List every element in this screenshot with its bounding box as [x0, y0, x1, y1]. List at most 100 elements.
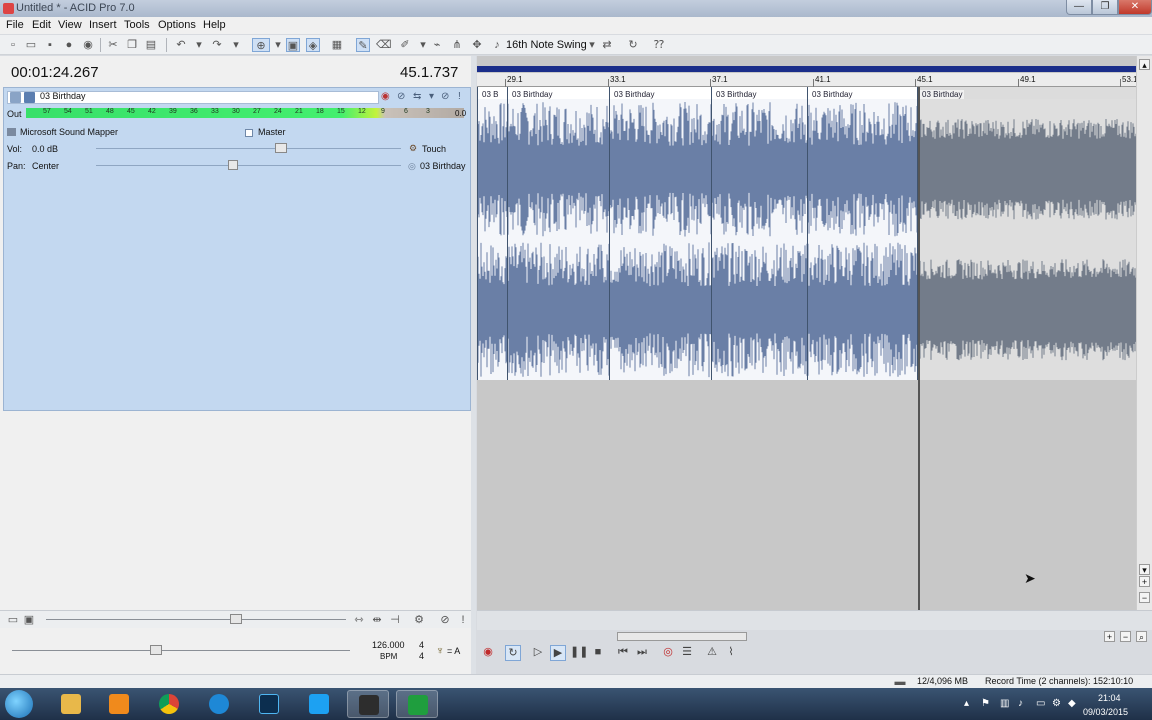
- stop-icon[interactable]: ■: [590, 645, 606, 661]
- panel-splitter[interactable]: [471, 56, 476, 674]
- track-zoom-slider[interactable]: [46, 619, 346, 620]
- select-tool-icon[interactable]: ▣: [286, 38, 300, 52]
- swing-icon[interactable]: ♪: [490, 38, 504, 52]
- output-device[interactable]: Microsoft Sound Mapper: [20, 127, 118, 137]
- envelope-dropdown-icon[interactable]: ▾: [429, 91, 434, 102]
- track-insert-icon[interactable]: ⇹: [370, 613, 384, 627]
- minimize-button[interactable]: —: [1066, 0, 1092, 15]
- tempo-slider[interactable]: [12, 650, 350, 651]
- zoom-in-vertical-icon[interactable]: +: [1139, 576, 1150, 587]
- menu-tools[interactable]: Tools: [124, 19, 150, 31]
- help-pointer-icon[interactable]: ⁇: [652, 38, 666, 52]
- open-folder-icon[interactable]: ▭: [24, 38, 38, 52]
- track-name-row[interactable]: 03 Birthday: [7, 91, 379, 104]
- scroll-down-icon[interactable]: ▾: [1139, 564, 1150, 575]
- new-file-icon[interactable]: ▫: [6, 38, 20, 52]
- track-header[interactable]: 03 Birthday ◉ ⊘ ⇆ ▾ ⊘ ! Out 57 54 51 48 …: [3, 87, 471, 411]
- empty-track-area[interactable]: [477, 380, 1136, 610]
- redo-dropdown-icon[interactable]: ▾: [229, 38, 243, 52]
- properties-icon[interactable]: ◉: [81, 38, 95, 52]
- swing-dropdown-icon[interactable]: ▾: [585, 38, 599, 52]
- loop-icon[interactable]: ↻: [505, 645, 521, 661]
- record-arm-icon[interactable]: ◉: [381, 91, 390, 102]
- undo-icon[interactable]: ↶: [174, 38, 188, 52]
- draw-tool-icon[interactable]: ✎: [356, 38, 370, 52]
- track-lane[interactable]: 03 B 03 Birthday 03 Birthday 03 Birthday…: [477, 87, 1136, 380]
- audio-clip[interactable]: 03 Birthday: [807, 87, 917, 380]
- project-key[interactable]: = A: [447, 646, 460, 656]
- master-fx-icon[interactable]: ⚙: [412, 613, 426, 627]
- metronome-record-icon[interactable]: ◎: [660, 645, 676, 661]
- play-from-start-icon[interactable]: ▷: [530, 645, 546, 661]
- maximize-button[interactable]: ❐: [1092, 0, 1118, 15]
- pause-icon[interactable]: ❚❚: [570, 645, 588, 661]
- grid-icon[interactable]: ▦: [330, 38, 344, 52]
- move-tool-icon[interactable]: ✥: [470, 38, 484, 52]
- master-mute-icon[interactable]: ⊘: [438, 613, 452, 627]
- audio-clip-selected[interactable]: 03 Birthday: [917, 87, 1136, 380]
- zoom-dropdown-icon[interactable]: ▾: [271, 38, 285, 52]
- volume-icon[interactable]: ♪: [1018, 698, 1023, 709]
- audio-clip[interactable]: 03 Birthday: [507, 87, 609, 380]
- measure-display[interactable]: 45.1.737: [400, 64, 458, 81]
- pan-slider[interactable]: [96, 165, 401, 166]
- menu-insert[interactable]: Insert: [89, 19, 117, 31]
- volume-slider-thumb[interactable]: [275, 143, 287, 153]
- paint-tool-icon[interactable]: ✐: [398, 38, 412, 52]
- master-checkbox[interactable]: [245, 129, 253, 137]
- paste-icon[interactable]: ▤: [144, 38, 158, 52]
- render-icon[interactable]: ●: [62, 38, 76, 52]
- tempo-icon[interactable]: ⌇: [723, 645, 739, 661]
- time-signature-bottom[interactable]: 4: [419, 651, 424, 661]
- zoom-out-vertical-icon[interactable]: −: [1139, 592, 1150, 603]
- bpm-value[interactable]: 126.000: [372, 640, 405, 650]
- track-name[interactable]: 03 Birthday: [40, 91, 86, 101]
- zoom-out-horizontal-icon[interactable]: −: [1120, 631, 1131, 642]
- close-button[interactable]: ✕: [1118, 0, 1152, 15]
- erase-tool-icon[interactable]: ⌫: [376, 38, 392, 52]
- track-expand-icon[interactable]: [10, 92, 21, 103]
- clock-date[interactable]: 09/03/2015: [1083, 707, 1128, 717]
- taskbar-twitter[interactable]: [298, 690, 340, 718]
- audio-clip[interactable]: 03 Birthday: [711, 87, 807, 380]
- copy-icon[interactable]: ❐: [125, 38, 139, 52]
- track-view-icon[interactable]: ▭: [6, 613, 20, 627]
- bus-icon[interactable]: ⊣: [388, 613, 402, 627]
- volume-slider[interactable]: [96, 148, 401, 149]
- zoom-tool-icon[interactable]: ⊕: [252, 38, 270, 52]
- tempo-slider-thumb[interactable]: [150, 645, 162, 655]
- vertical-scrollbar[interactable]: ▴ ▾ + −: [1136, 56, 1152, 610]
- metronome-icon[interactable]: ⚠: [704, 645, 720, 661]
- taskbar-media-player[interactable]: [98, 690, 140, 718]
- record-icon[interactable]: ◉: [480, 645, 496, 661]
- time-display[interactable]: 00:01:24.267: [11, 64, 99, 81]
- mixer-icon[interactable]: ☰: [679, 645, 695, 661]
- menu-help[interactable]: Help: [203, 19, 226, 31]
- pan-slider-thumb[interactable]: [228, 160, 238, 170]
- playhead-cursor[interactable]: [918, 87, 920, 610]
- taskbar-explorer[interactable]: [50, 690, 92, 718]
- cut-icon[interactable]: ✂: [106, 38, 120, 52]
- zoom-in-horizontal-icon[interactable]: +: [1104, 631, 1115, 642]
- master-solo-icon[interactable]: !: [456, 613, 470, 627]
- taskbar-photoshop[interactable]: [248, 690, 290, 718]
- scroll-up-icon[interactable]: ▴: [1139, 59, 1150, 70]
- fx-icon[interactable]: ⊘: [397, 91, 405, 102]
- refresh-icon[interactable]: ↻: [626, 38, 640, 52]
- menu-options[interactable]: Options: [158, 19, 196, 31]
- go-to-start-icon[interactable]: ⏮: [615, 645, 631, 661]
- automation-mode[interactable]: Touch: [422, 144, 446, 154]
- taskbar-chrome[interactable]: [148, 690, 190, 718]
- clip-reference[interactable]: 03 Birthday: [420, 161, 466, 171]
- eraser-icon[interactable]: ⌁: [430, 38, 444, 52]
- solo-icon[interactable]: !: [458, 91, 461, 102]
- save-icon[interactable]: ▪: [43, 38, 57, 52]
- play-icon[interactable]: ▶: [550, 645, 566, 661]
- time-signature-top[interactable]: 4: [419, 640, 424, 650]
- start-button-icon[interactable]: [5, 690, 33, 718]
- menu-edit[interactable]: Edit: [32, 19, 51, 31]
- envelope-icon[interactable]: ⇆: [413, 91, 421, 102]
- loop-region-bar[interactable]: [477, 66, 1136, 72]
- snap-icon[interactable]: ⇄: [600, 38, 614, 52]
- audio-clip[interactable]: 03 Birthday: [609, 87, 711, 380]
